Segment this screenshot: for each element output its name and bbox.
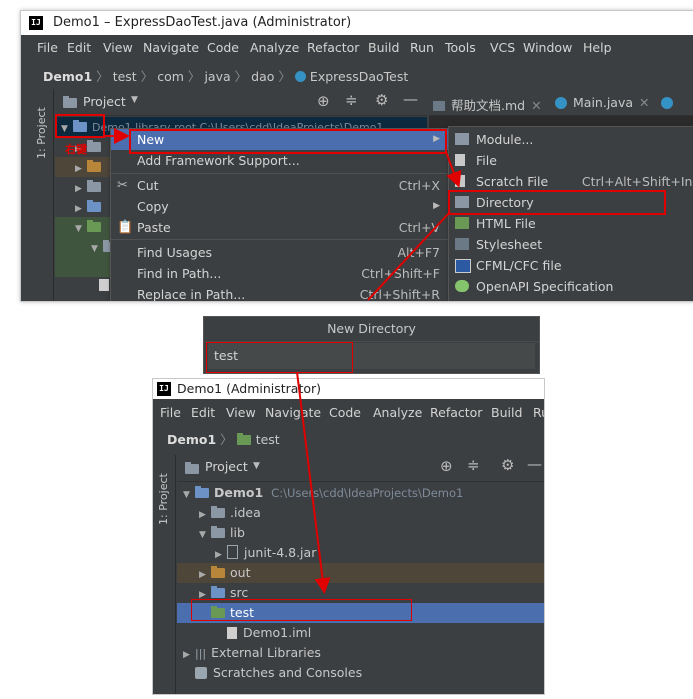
arrow-to-dialog: [367, 211, 451, 301]
arrow-to-directory: [445, 151, 462, 188]
annotation-arrows: [104, 128, 462, 594]
arrow-to-test-folder: [296, 371, 331, 594]
